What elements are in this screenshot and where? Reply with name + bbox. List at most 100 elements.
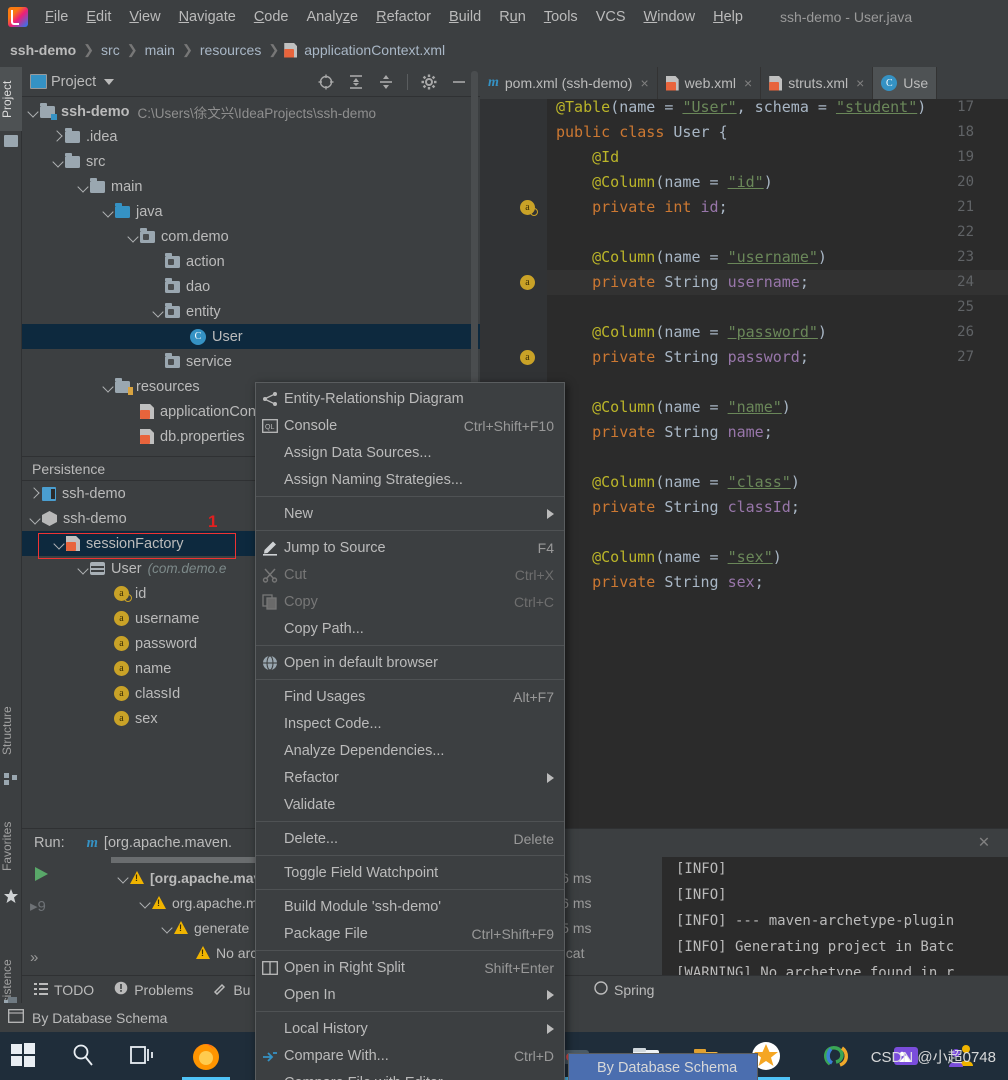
chevron-down-icon[interactable] [116, 871, 130, 885]
persistence-tree-row[interactable]: ssh-demo [22, 481, 270, 506]
code-line[interactable]: private String name; [556, 423, 773, 441]
persistence-tree-row[interactable]: sessionFactory [22, 531, 270, 556]
breadcrumb-item-4[interactable]: applicationContext.xml [302, 42, 447, 58]
code-line[interactable]: @Column(name = "sex") [556, 548, 782, 566]
rerun-failed-icon[interactable]: ▸9 [30, 897, 46, 915]
breadcrumb-item-1[interactable]: src [99, 42, 122, 58]
chevron-down-icon[interactable] [151, 305, 165, 319]
chevron-right-icon[interactable] [28, 487, 42, 501]
project-tree-row[interactable]: entity [22, 299, 480, 324]
persistence-tree-row[interactable]: ssh-demo [22, 506, 270, 531]
menu-vcs[interactable]: VCS [587, 6, 635, 28]
menu-item-assign-data-sources[interactable]: Assign Data Sources... [256, 439, 564, 466]
menu-help[interactable]: Help [704, 6, 752, 28]
menu-item-open-in[interactable]: Open In [256, 981, 564, 1008]
run-console[interactable]: [INFO] [INFO] [INFO] --- maven-archetype-p… [662, 857, 1008, 976]
persistence-tree-row[interactable]: a sex [22, 706, 270, 731]
chevron-down-icon[interactable] [76, 180, 90, 194]
close-icon[interactable]: ✕ [978, 835, 1008, 851]
chevron-down-icon[interactable] [104, 78, 115, 85]
sidebar-item-structure[interactable]: Structure [0, 692, 22, 770]
gutter-marker[interactable]: a [520, 275, 541, 290]
breadcrumb-item-3[interactable]: resources [198, 42, 263, 58]
swirl-app-icon[interactable] [820, 1040, 852, 1072]
submenu-item-by-database-schema[interactable]: By Database Schema [569, 1054, 757, 1080]
persistence-tree-row[interactable]: a username [22, 606, 270, 631]
expand-toolbar-icon[interactable]: » [30, 949, 38, 966]
minimize-icon[interactable] [450, 73, 468, 91]
menu-item-open-in-right-split[interactable]: Open in Right Split Shift+Enter [256, 954, 564, 981]
search-icon[interactable] [68, 1040, 100, 1072]
code-line[interactable]: @Id [556, 148, 619, 166]
menu-item-validate[interactable]: Validate [256, 791, 564, 818]
gutter-marker[interactable]: a [520, 200, 541, 216]
menu-item-build-module-ssh-demo[interactable]: Build Module 'ssh-demo' [256, 893, 564, 920]
close-icon[interactable]: × [856, 75, 864, 91]
menu-item-inspect-code[interactable]: Inspect Code... [256, 710, 564, 737]
chevron-down-icon[interactable] [126, 230, 140, 244]
code-line[interactable]: private String classId; [556, 498, 800, 516]
code-line[interactable]: @Column(name = "name") [556, 398, 791, 416]
code-line[interactable]: private String password; [556, 348, 809, 366]
select-opened-file-icon[interactable] [317, 73, 335, 91]
menu-item-copy[interactable]: Copy Ctrl+C [256, 588, 564, 615]
menu-item-open-in-default-browser[interactable]: Open in default browser [256, 649, 564, 676]
tab-pom-xml[interactable]: m pom.xml (ssh-demo) × [480, 67, 658, 99]
code-line[interactable]: private String username; [556, 273, 809, 291]
project-tree-row[interactable]: com.demo [22, 224, 480, 249]
persistence-tree-row[interactable]: a password [22, 631, 270, 656]
code-line[interactable]: @Column(name = "class") [556, 473, 800, 491]
menu-code[interactable]: Code [245, 6, 298, 28]
code-line[interactable]: @Column(name = "id") [556, 173, 773, 191]
persistence-tree-row[interactable]: User (com.demo.e [22, 556, 270, 581]
persistence-tree-row[interactable]: a name [22, 656, 270, 681]
code-line[interactable]: private String sex; [556, 573, 764, 591]
menu-item-copy-path[interactable]: Copy Path... [256, 615, 564, 642]
context-menu[interactable]: Entity-Relationship Diagram QL Console Ctrl… [255, 382, 565, 1080]
menu-item-compare-file-with-editor[interactable]: Compare File with Editor [256, 1069, 564, 1080]
windows-start-icon[interactable] [8, 1040, 40, 1072]
project-tree-row[interactable]: service [22, 349, 480, 374]
project-tree-row[interactable]: java [22, 199, 480, 224]
chevron-down-icon[interactable] [138, 896, 152, 910]
tab-user-java[interactable]: C Use [873, 67, 938, 99]
sidebar-item-favorites[interactable]: Favorites [0, 807, 22, 885]
breadcrumb-item-2[interactable]: main [143, 42, 177, 58]
menu-item-local-history[interactable]: Local History [256, 1015, 564, 1042]
gear-icon[interactable] [420, 73, 438, 91]
expand-all-icon[interactable] [347, 73, 365, 91]
bottom-item-build[interactable]: Bu [213, 981, 250, 998]
menu-analyze[interactable]: Analyze [298, 6, 368, 28]
menu-item-entity-relationship-diagram[interactable]: Entity-Relationship Diagram [256, 385, 564, 412]
menu-file[interactable]: File [36, 6, 77, 28]
chevron-down-icon[interactable] [28, 512, 42, 526]
chevron-down-icon[interactable] [26, 105, 40, 119]
menu-navigate[interactable]: Navigate [170, 6, 245, 28]
code-line[interactable]: @Column(name = "password") [556, 323, 827, 341]
menu-item-delete[interactable]: Delete... Delete [256, 825, 564, 852]
task-view-icon[interactable] [126, 1040, 158, 1072]
menu-item-console[interactable]: QL Console Ctrl+Shift+F10 [256, 412, 564, 439]
menu-item-package-file[interactable]: Package File Ctrl+Shift+F9 [256, 920, 564, 947]
chevron-down-icon[interactable] [101, 205, 115, 219]
project-tree-row[interactable]: ssh-demo C:\Users\徐文兴\IdeaProjects\ssh-de… [22, 99, 480, 124]
chevron-down-icon[interactable] [52, 537, 66, 551]
bottom-item-todo[interactable]: TODO [34, 982, 94, 998]
code-line[interactable]: private int id; [556, 198, 727, 216]
gutter-marker[interactable]: a [520, 350, 541, 365]
project-tree-row[interactable]: C User [22, 324, 480, 349]
chevron-right-icon[interactable] [51, 130, 65, 144]
project-tree-row[interactable]: .idea [22, 124, 480, 149]
menu-item-find-usages[interactable]: Find Usages Alt+F7 [256, 683, 564, 710]
code-line[interactable]: @Table(name = "User", schema = "student"… [556, 99, 926, 116]
rerun-icon[interactable] [32, 865, 50, 886]
menu-item-jump-to-source[interactable]: Jump to Source F4 [256, 534, 564, 561]
menu-window[interactable]: Window [635, 6, 705, 28]
menu-build[interactable]: Build [440, 6, 490, 28]
menu-item-analyze-dependencies[interactable]: Analyze Dependencies... [256, 737, 564, 764]
persistence-tree-row[interactable]: a id [22, 581, 270, 606]
menu-item-compare-with[interactable]: Compare With... Ctrl+D [256, 1042, 564, 1069]
project-tree-row[interactable]: src [22, 149, 480, 174]
menu-item-new[interactable]: New [256, 500, 564, 527]
menu-item-assign-naming-strategies[interactable]: Assign Naming Strategies... [256, 466, 564, 493]
